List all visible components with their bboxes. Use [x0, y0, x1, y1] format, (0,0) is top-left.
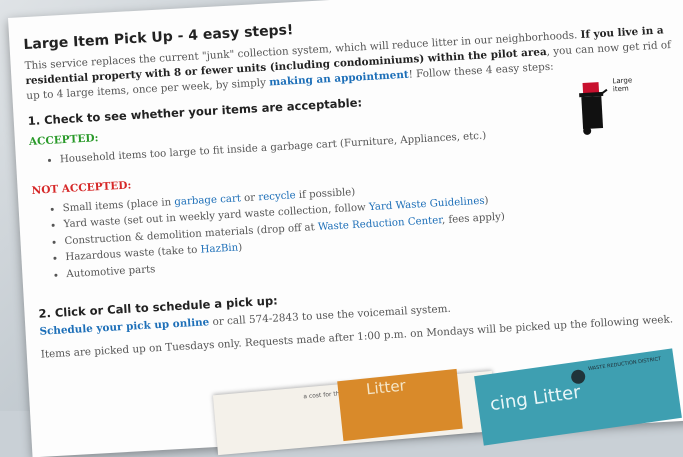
pamphlet-org: WASTE REDUCTION DISTRICT — [587, 356, 662, 373]
hazbin-link[interactable]: HazBin — [200, 243, 238, 256]
garbage-cart-link[interactable]: garbage cart — [174, 193, 241, 208]
recycle-link[interactable]: recycle — [258, 190, 296, 203]
yard-waste-guidelines-link[interactable]: Yard Waste Guidelines — [369, 196, 485, 213]
item-text: or — [240, 191, 259, 204]
item-text: , fees apply) — [441, 211, 506, 226]
garbage-cart-illustration: Large item — [572, 76, 646, 152]
pamphlet-orange-title: Litter — [365, 376, 407, 399]
pamphlet-orange: Litter — [337, 368, 463, 442]
pamphlet-blue-title: cing Litter — [488, 381, 582, 416]
item-text: if possible) — [295, 186, 356, 201]
item-text: ) — [484, 195, 489, 207]
large-item-label: Large item — [612, 76, 633, 94]
item-text: Automotive parts — [66, 263, 156, 280]
step2-section: 2. Click or Call to schedule a pick up: … — [38, 270, 683, 363]
item-text: ) — [237, 242, 243, 254]
schedule-online-link[interactable]: Schedule your pick up online — [39, 316, 209, 337]
garbage-cart-icon — [579, 82, 608, 135]
